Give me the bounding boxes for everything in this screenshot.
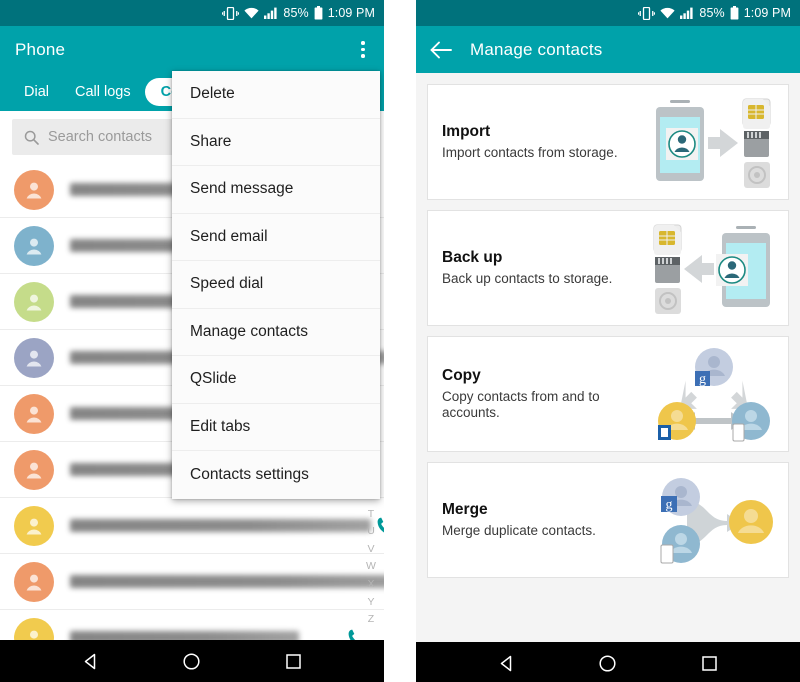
menu-item-speed-dial[interactable]: Speed dial [172,261,380,309]
nav-bar-left [0,640,384,682]
svg-text:g: g [699,372,706,387]
avatar [14,449,54,490]
card-merge-text: Merge Merge duplicate contacts. [428,501,643,539]
card-copy-text: Copy Copy contacts from and to accounts. [428,367,643,421]
menu-item-send-message[interactable]: Send message [172,166,380,214]
contact-name [70,519,371,532]
app-bar-left: Phone [0,26,384,73]
merge-illustration: g [645,463,780,579]
manage-contacts-cards: Import Import contacts from storage. Bac… [416,73,800,642]
svg-text:g: g [665,498,672,513]
alpha-index-letter[interactable]: Z [368,611,374,629]
avatar [14,505,54,546]
wifi-icon [244,7,260,19]
signal-icon [264,7,278,19]
clock-left: 1:09 PM [327,5,375,20]
wifi-icon [660,7,676,19]
alpha-index-letter[interactable]: X [367,576,374,594]
card-copy-title: Copy [442,367,481,384]
vibrate-icon [222,6,240,20]
nav-recents-icon[interactable] [700,654,719,673]
alpha-index-letter[interactable]: Y [367,594,374,612]
overflow-menu-popup: Delete Share Send message Send email Speed d… [172,71,380,499]
avatar [14,281,54,322]
backup-illustration [645,211,780,327]
screen-divider [384,0,416,682]
card-backup-text: Back up Back up contacts to storage. [428,249,643,287]
avatar [14,225,54,266]
status-bar-left: 85% 1:09 PM [0,0,384,26]
battery-percent-left: 85% [283,5,309,20]
status-icons-left: 85% 1:09 PM [222,6,375,20]
import-illustration [645,85,780,201]
search-icon [24,130,39,145]
card-merge[interactable]: Merge Merge duplicate contacts. g [427,462,789,578]
battery-icon [314,6,323,20]
contact-row[interactable] [0,554,384,610]
battery-icon [730,6,739,20]
avatar [14,393,54,434]
card-copy[interactable]: Copy Copy contacts from and to accounts.… [427,336,789,452]
avatar [14,561,54,602]
alpha-index-letter[interactable]: W [366,558,376,576]
nav-back-icon[interactable] [497,654,516,673]
card-copy-desc: Copy contacts from and to accounts. [442,389,600,420]
nav-back-icon[interactable] [81,652,100,671]
card-backup[interactable]: Back up Back up contacts to storage. [427,210,789,326]
contact-name [70,575,384,588]
menu-item-send-email[interactable]: Send email [172,214,380,261]
menu-item-share[interactable]: Share [172,119,380,166]
nav-bar-right [416,642,800,682]
menu-item-qslide[interactable]: QSlide [172,356,380,404]
menu-item-contacts-settings[interactable]: Contacts settings [172,451,380,499]
overflow-dot [361,54,365,58]
clock-right: 1:09 PM [743,5,791,20]
battery-percent-right: 85% [699,5,725,20]
menu-item-manage-contacts[interactable]: Manage contacts [172,309,380,356]
card-import-desc: Import contacts from storage. [442,145,618,160]
card-import-title: Import [442,123,491,140]
contact-row[interactable] [0,498,384,554]
copy-illustration: g [645,337,780,453]
dual-screenshot: 85% 1:09 PM Phone Dial Call logs Contact… [0,0,800,682]
avatar [14,337,54,378]
alpha-index-letter[interactable]: U [367,523,375,541]
card-backup-desc: Back up contacts to storage. [442,271,613,286]
nav-recents-icon[interactable] [284,652,303,671]
avatar [14,169,54,210]
right-phone-screen: 85% 1:09 PM Manage contacts Import Impor… [416,0,800,682]
back-arrow-icon[interactable] [430,41,452,59]
manage-contacts-title: Manage contacts [470,39,603,59]
status-bar-right: 85% 1:09 PM [416,0,800,26]
alpha-index-letter[interactable]: T [368,506,374,524]
menu-item-delete[interactable]: Delete [172,71,380,119]
card-backup-title: Back up [442,249,503,266]
card-merge-title: Merge [442,501,488,518]
overflow-dot [361,47,365,52]
search-placeholder: Search contacts [48,129,152,145]
nav-home-icon[interactable] [598,654,617,673]
tab-dial[interactable]: Dial [12,78,61,106]
card-merge-desc: Merge duplicate contacts. [442,523,596,538]
nav-home-icon[interactable] [182,652,201,671]
card-import[interactable]: Import Import contacts from storage. [427,84,789,200]
status-icons-right: 85% 1:09 PM [638,6,791,20]
page-title: Phone [15,39,66,59]
vibrate-icon [638,6,656,20]
signal-icon [680,7,694,19]
overflow-dot [361,41,365,45]
left-phone-screen: 85% 1:09 PM Phone Dial Call logs Contact… [0,0,384,682]
card-import-text: Import Import contacts from storage. [428,123,643,161]
app-bar-right: Manage contacts [416,26,800,73]
menu-item-edit-tabs[interactable]: Edit tabs [172,404,380,451]
tab-call-logs[interactable]: Call logs [63,78,143,106]
overflow-menu-button[interactable] [342,26,384,73]
alpha-index-letter[interactable]: V [367,541,374,559]
